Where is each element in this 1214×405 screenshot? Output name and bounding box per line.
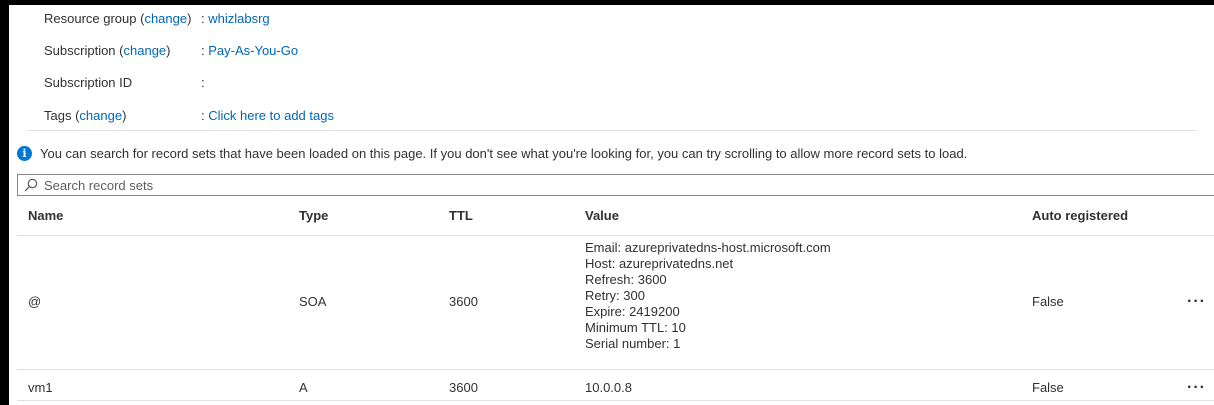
tags-change-link[interactable]: change [79,108,122,123]
record-auto-registered: False [1032,294,1064,309]
record-type: SOA [299,294,327,309]
info-banner-text: You can search for record sets that have… [40,146,968,161]
more-actions-icon[interactable]: ··· [1187,294,1206,310]
essentials-divider [28,130,1196,131]
record-ttl: 3600 [449,294,478,309]
resource-group-change-link[interactable]: change [144,11,187,26]
resource-group-link[interactable]: whizlabsrg [208,11,269,26]
search-box[interactable] [17,174,1214,196]
info-banner: i You can search for record sets that hav… [17,144,967,164]
subscription-value: : Pay-As-You-Go [201,43,299,58]
subscription-id-label: Subscription ID [44,75,133,90]
record-ttl: 3600 [449,380,478,395]
column-header-type[interactable]: Type [299,206,328,226]
window-top-border [0,0,1214,5]
column-header-auto-registered[interactable]: Auto registered [1032,206,1128,226]
record-value: Email: azureprivatedns-host.microsoft.co… [585,240,831,351]
column-header-ttl[interactable]: TTL [449,206,473,226]
column-header-name[interactable]: Name [28,206,63,226]
subscription-link[interactable]: Pay-As-You-Go [208,43,298,58]
column-header-value[interactable]: Value [585,206,619,226]
resource-group-label: Resource group (change) [44,11,192,26]
record-name: vm1 [28,380,53,395]
window-left-border [0,0,9,405]
record-type: A [299,380,308,395]
search-icon [24,178,38,192]
search-input[interactable] [44,176,744,194]
tags-value: : Click here to add tags [201,108,334,123]
subscription-id-value: : [201,75,205,90]
resource-group-value: : whizlabsrg [201,11,270,26]
record-name: @ [28,294,42,309]
row-divider [17,369,1214,370]
info-icon: i [17,146,32,162]
subscription-label: Subscription (change) [44,43,171,58]
tags-label: Tags (change) [44,108,127,123]
header-divider [17,235,1214,236]
subscription-change-link[interactable]: change [124,43,167,58]
record-value: 10.0.0.8 [585,380,632,395]
row-divider [17,400,1214,401]
more-actions-icon[interactable]: ··· [1187,380,1206,396]
add-tags-link[interactable]: Click here to add tags [208,108,334,123]
record-auto-registered: False [1032,380,1064,395]
